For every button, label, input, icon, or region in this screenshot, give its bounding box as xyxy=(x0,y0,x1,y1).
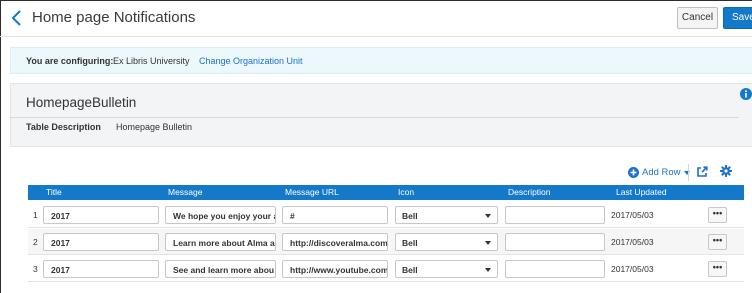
message-url-input[interactable]: http://discoveralma.com xyxy=(282,233,388,251)
column-header-message-url[interactable]: Message URL xyxy=(285,187,339,197)
message-input[interactable]: See and learn more abou xyxy=(165,260,276,278)
column-header-message[interactable]: Message xyxy=(168,187,203,197)
row-number: 1 xyxy=(33,210,38,220)
column-header-description[interactable]: Description xyxy=(508,187,551,197)
last-updated-value: 2017/05/03 xyxy=(611,210,654,220)
icon-select[interactable]: Bell xyxy=(395,260,498,278)
table-name-section: HomepageBulletin xyxy=(11,84,739,118)
chevron-down-icon xyxy=(485,214,491,218)
icon-select-value: Bell xyxy=(402,211,418,221)
page-header: Home page Notifications Cancel Save xyxy=(0,0,752,37)
row-number: 3 xyxy=(33,264,38,274)
icon-select[interactable]: Bell xyxy=(395,206,498,224)
add-row-label: Add Row xyxy=(642,167,681,178)
description-input[interactable] xyxy=(505,260,605,278)
icon-select-value: Bell xyxy=(402,238,418,248)
description-input[interactable] xyxy=(505,233,605,251)
title-input[interactable]: 2017 xyxy=(43,260,159,278)
last-updated-value: 2017/05/03 xyxy=(611,237,654,247)
info-icon[interactable] xyxy=(740,88,752,100)
chevron-left-icon[interactable] xyxy=(10,9,24,27)
message-url-input[interactable]: # xyxy=(282,206,388,224)
description-input[interactable] xyxy=(505,206,605,224)
add-row-button[interactable]: Add Row xyxy=(628,167,690,178)
column-header-title[interactable]: Title xyxy=(46,187,62,197)
export-icon[interactable] xyxy=(696,166,708,178)
plus-circle-icon xyxy=(628,167,639,178)
table-description-label: Table Description xyxy=(26,122,101,132)
table-header: Title Message Message URL Icon Descripti… xyxy=(28,185,744,200)
gear-icon[interactable] xyxy=(720,165,732,177)
column-header-last-updated[interactable]: Last Updated xyxy=(616,187,667,197)
chevron-down-icon xyxy=(485,268,491,272)
table-row: 2 2017 Learn more about Alma a http://di… xyxy=(28,229,744,255)
row-number: 2 xyxy=(33,237,38,247)
configuring-label: You are configuring: xyxy=(26,56,114,66)
row-actions-button[interactable]: ••• xyxy=(708,261,727,277)
table-row: 3 2017 See and learn more abou http://ww… xyxy=(28,256,744,282)
change-organization-unit-link[interactable]: Change Organization Unit xyxy=(199,56,303,66)
table-description-value: Homepage Bulletin xyxy=(116,122,193,132)
table-details-panel: HomepageBulletin Table Description Homep… xyxy=(10,83,752,147)
icon-select[interactable]: Bell xyxy=(395,233,498,251)
message-input[interactable]: Learn more about Alma a xyxy=(165,233,276,251)
table-row: 1 2017 We hope you enjoy your a # Bell 2… xyxy=(28,202,744,228)
message-url-input[interactable]: http://www.youtube.com/ xyxy=(282,260,388,278)
row-actions-button[interactable]: ••• xyxy=(708,207,727,223)
column-header-icon[interactable]: Icon xyxy=(398,187,414,197)
icon-select-value: Bell xyxy=(402,265,418,275)
message-input[interactable]: We hope you enjoy your a xyxy=(165,206,276,224)
last-updated-value: 2017/05/03 xyxy=(611,264,654,274)
row-actions-button[interactable]: ••• xyxy=(708,234,727,250)
institution-name: Ex Libris University xyxy=(113,56,190,66)
title-input[interactable]: 2017 xyxy=(43,233,159,251)
title-input[interactable]: 2017 xyxy=(43,206,159,224)
save-button[interactable]: Save xyxy=(723,7,752,29)
toolbar-divider xyxy=(688,164,689,181)
page-title: Home page Notifications xyxy=(32,9,196,26)
cancel-button[interactable]: Cancel xyxy=(677,7,718,29)
table-name: HomepageBulletin xyxy=(26,95,137,110)
chevron-down-icon xyxy=(485,241,491,245)
configuring-bar: You are configuring: Ex Libris Universit… xyxy=(10,47,752,74)
